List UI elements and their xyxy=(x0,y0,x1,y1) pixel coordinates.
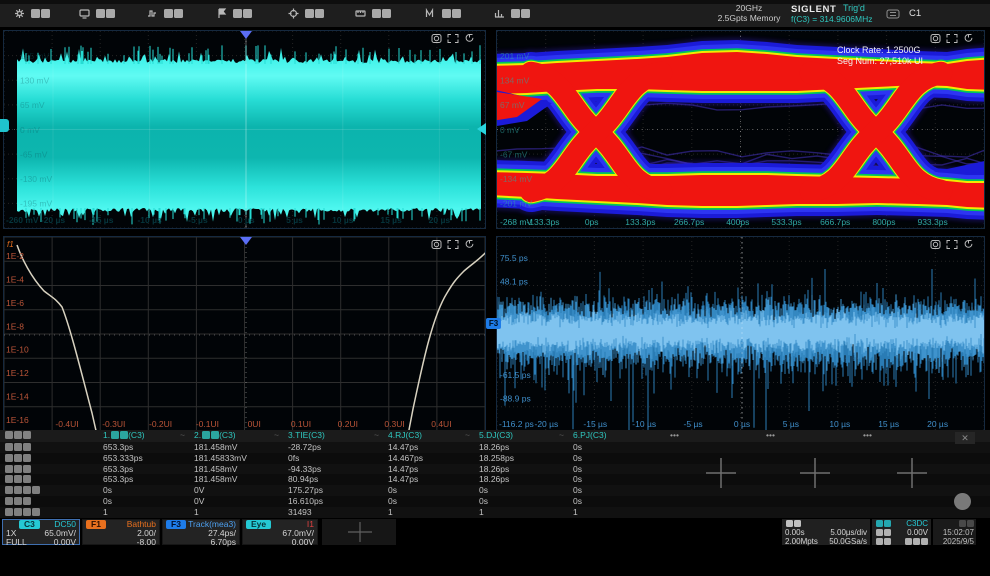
svg-text:f1: f1 xyxy=(7,240,14,249)
svg-text:-10 µs: -10 µs xyxy=(632,419,656,429)
svg-text:-65 mV: -65 mV xyxy=(20,149,48,159)
svg-text:933.3ps: 933.3ps xyxy=(917,217,947,227)
svg-text:48.1 ps: 48.1 ps xyxy=(500,276,528,286)
svg-text:15 µs: 15 µs xyxy=(878,419,899,429)
svg-text:1E-6: 1E-6 xyxy=(6,298,24,308)
svg-text:1E-8: 1E-8 xyxy=(6,321,24,331)
svg-text:130 mV: 130 mV xyxy=(20,76,50,86)
svg-text:20 µs: 20 µs xyxy=(429,215,451,225)
svg-text:1E-2: 1E-2 xyxy=(6,251,24,261)
svg-text:-134 mV: -134 mV xyxy=(500,174,532,184)
svg-text:266.7ps: 266.7ps xyxy=(674,217,704,227)
svg-text:5 µs: 5 µs xyxy=(783,419,799,429)
svg-text:195 mV: 195 mV xyxy=(20,51,50,61)
svg-text:0.1UI: 0.1UI xyxy=(291,419,311,429)
svg-text:-201 mV: -201 mV xyxy=(500,199,532,209)
svg-text:65 mV: 65 mV xyxy=(20,100,45,110)
svg-text:-130 mV: -130 mV xyxy=(20,174,52,184)
svg-text:-88.9 ps: -88.9 ps xyxy=(500,394,531,404)
svg-text:-15 µs: -15 µs xyxy=(583,419,607,429)
svg-text:-20 µs: -20 µs xyxy=(41,215,66,225)
svg-text:1E-10: 1E-10 xyxy=(6,345,29,355)
svg-text:1E-12: 1E-12 xyxy=(6,368,29,378)
svg-text:5 µs: 5 µs xyxy=(286,215,303,225)
svg-text:10 µs: 10 µs xyxy=(829,419,850,429)
svg-text:666.7ps: 666.7ps xyxy=(820,217,850,227)
svg-text:-0.2UI: -0.2UI xyxy=(149,419,172,429)
svg-text:-133.3ps: -133.3ps xyxy=(526,217,559,227)
svg-text:-61.5 ps: -61.5 ps xyxy=(500,370,531,380)
svg-text:1E-4: 1E-4 xyxy=(6,274,24,284)
svg-text:133.3ps: 133.3ps xyxy=(625,217,655,227)
svg-text:-0.4UI: -0.4UI xyxy=(55,419,78,429)
svg-text:533.3ps: 533.3ps xyxy=(771,217,801,227)
svg-text:-67 mV: -67 mV xyxy=(500,149,528,159)
svg-text:20 µs: 20 µs xyxy=(927,419,948,429)
svg-text:1E-16: 1E-16 xyxy=(6,415,29,425)
svg-text:-5 µs: -5 µs xyxy=(684,419,703,429)
svg-text:0UI: 0UI xyxy=(248,419,261,429)
svg-text:800ps: 800ps xyxy=(872,217,895,227)
svg-text:15 µs: 15 µs xyxy=(380,215,402,225)
svg-text:0 µs: 0 µs xyxy=(238,215,255,225)
svg-text:-195 mV: -195 mV xyxy=(20,199,52,209)
svg-text:0ps: 0ps xyxy=(585,217,599,227)
svg-text:1E-14: 1E-14 xyxy=(6,392,29,402)
svg-text:0 µs: 0 µs xyxy=(734,419,750,429)
svg-text:-20 µs: -20 µs xyxy=(535,419,559,429)
svg-text:Seg Num: 27,510k UI: Seg Num: 27,510k UI xyxy=(837,56,923,66)
svg-text:-15 µs: -15 µs xyxy=(89,215,114,225)
svg-text:201 mV: 201 mV xyxy=(500,51,530,61)
svg-text:75.5 ps: 75.5 ps xyxy=(500,253,528,263)
svg-text:134 mV: 134 mV xyxy=(500,76,530,86)
svg-text:0 mV: 0 mV xyxy=(500,125,520,135)
svg-text:10 µs: 10 µs xyxy=(332,215,354,225)
svg-text:-116.2 ps: -116.2 ps xyxy=(499,419,534,429)
svg-text:-0.3UI: -0.3UI xyxy=(102,419,125,429)
svg-text:400ps: 400ps xyxy=(726,217,749,227)
svg-text:-5 µs: -5 µs xyxy=(188,215,208,225)
svg-text:0.4UI: 0.4UI xyxy=(431,419,451,429)
svg-text:0.2UI: 0.2UI xyxy=(338,419,358,429)
svg-text:-10 µs: -10 µs xyxy=(137,215,162,225)
svg-text:-0.1UI: -0.1UI xyxy=(196,419,219,429)
svg-text:67 mV: 67 mV xyxy=(500,100,525,110)
svg-text:Clock Rate: 1.2500G: Clock Rate: 1.2500G xyxy=(837,45,921,55)
svg-text:0.3UI: 0.3UI xyxy=(384,419,404,429)
svg-text:-260 mV: -260 mV xyxy=(6,215,39,225)
